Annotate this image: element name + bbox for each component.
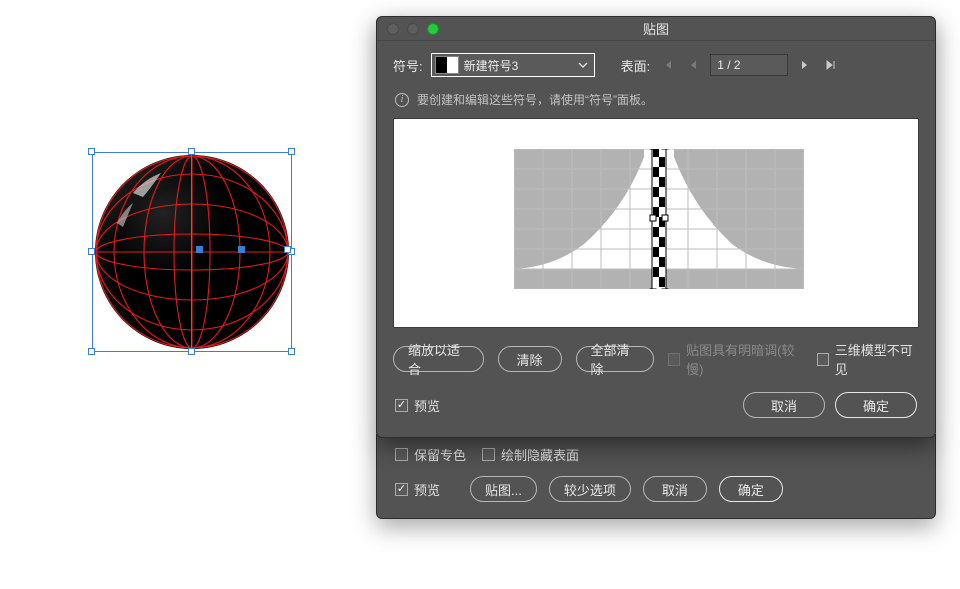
checkbox-shade-artwork: 贴图具有明暗调(较慢) [668,340,803,378]
checkbox-draw-hidden[interactable]: 绘制隐藏表面 [482,445,579,464]
checkbox-preview-front[interactable]: 预览 [395,396,440,415]
checkbox-preview-back[interactable]: 预览 [395,480,440,499]
ok-button-back[interactable]: 确定 [719,476,783,502]
window-zoom-icon[interactable] [427,23,439,35]
window-minimize-icon[interactable] [407,23,419,35]
window-close-icon[interactable] [387,23,399,35]
checkbox-invisible-geometry-label: 三维模型不可见 [835,340,919,378]
last-surface-icon[interactable] [822,56,840,74]
titlebar[interactable]: 贴图 [377,17,935,41]
checkbox-shade-artwork-label: 贴图具有明暗调(较慢) [686,340,802,378]
symbol-name: 新建符号3 [464,57,576,74]
surface-label: 表面: [621,56,651,75]
clear-button[interactable]: 清除 [498,346,562,372]
symbol-dropdown[interactable]: 新建符号3 [431,53,595,77]
symbol-label: 符号: [393,56,423,75]
parent-dialog: 保留专色 绘制隐藏表面 预览 贴图... 较少选项 取消 确定 [376,434,936,519]
checkbox-spot-colors[interactable]: 保留专色 [395,445,466,464]
anchor-right[interactable] [284,246,291,253]
anchor-top[interactable] [188,148,195,155]
artboard [0,0,380,589]
bbox-handle-ml[interactable] [88,248,95,255]
checkbox-invisible-geometry[interactable]: 三维模型不可见 [817,340,919,378]
bounding-box[interactable] [92,152,292,352]
ok-button[interactable]: 确定 [835,392,917,418]
cancel-button-back[interactable]: 取消 [643,476,707,502]
scale-to-fit-button[interactable]: 缩放以适合 [393,346,484,372]
checkbox-draw-hidden-label: 绘制隐藏表面 [501,445,579,464]
hint-text: 要创建和编辑这些符号，请使用“符号”面板。 [417,91,653,108]
anchor-mid-2[interactable] [238,246,245,253]
bbox-handle-tl[interactable] [88,148,95,155]
next-surface-icon[interactable] [796,56,814,74]
surface-index-field[interactable]: 1 / 2 [710,54,788,76]
info-icon: i [395,93,409,107]
bbox-handle-tr[interactable] [288,148,295,155]
checkbox-preview-back-label: 预览 [414,480,440,499]
cancel-button[interactable]: 取消 [743,392,825,418]
anchor-mid-1[interactable] [196,246,203,253]
bbox-handle-bl[interactable] [88,348,95,355]
map-art-button[interactable]: 贴图... [470,476,537,502]
chevron-down-icon [576,60,590,70]
symbol-thumb-icon [436,57,458,73]
checkbox-preview-front-label: 预览 [414,396,440,415]
anchor-bottom[interactable] [188,348,195,355]
bbox-handle-br[interactable] [288,348,295,355]
surface-preview[interactable] [393,118,919,328]
fewer-options-button[interactable]: 较少选项 [549,476,631,502]
surface-index-value: 1 / 2 [717,58,740,72]
uv-grid [514,149,804,289]
first-surface-icon[interactable] [658,56,676,74]
prev-surface-icon[interactable] [684,56,702,74]
dialog-title: 贴图 [377,19,935,38]
checkbox-spot-colors-label: 保留专色 [414,445,466,464]
clear-all-button[interactable]: 全部清除 [576,346,654,372]
map-art-dialog: 贴图 符号: 新建符号3 表面: 1 / 2 [376,16,936,438]
